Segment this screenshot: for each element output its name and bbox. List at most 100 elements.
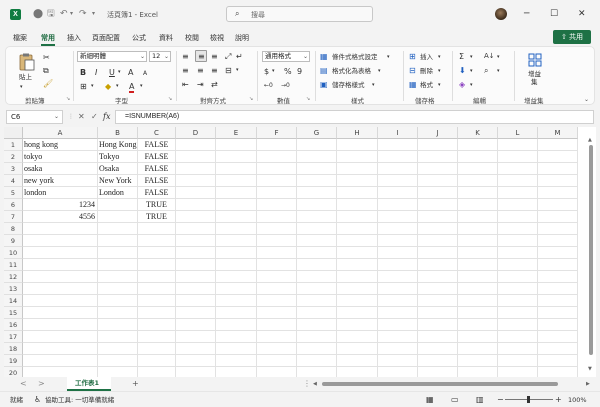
cell-k3[interactable] [458, 163, 498, 175]
cell-i3[interactable] [378, 163, 418, 175]
tab-formulas[interactable]: 公式 [132, 33, 146, 43]
percent-button[interactable]: % [284, 67, 292, 76]
cell-c14[interactable] [138, 295, 176, 307]
cell-l5[interactable] [498, 187, 538, 199]
minimize-button[interactable]: ─ [524, 8, 529, 20]
conditional-dropdown-icon[interactable]: ▾ [387, 53, 390, 62]
cell-i12[interactable] [378, 271, 418, 283]
cell-h14[interactable] [337, 295, 378, 307]
cell-l1[interactable] [498, 139, 538, 151]
cell-i5[interactable] [378, 187, 418, 199]
cell-k8[interactable] [458, 223, 498, 235]
cell-a1[interactable]: hong kong [23, 139, 98, 151]
paste-dropdown-icon[interactable]: ▾ [20, 83, 23, 92]
cell-e3[interactable] [216, 163, 257, 175]
cell-g16[interactable] [297, 319, 337, 331]
cell-m3[interactable] [538, 163, 578, 175]
cell-b17[interactable] [98, 331, 138, 343]
border-icon[interactable]: ⊞ [80, 82, 87, 91]
cell-g19[interactable] [297, 355, 337, 367]
format-table-dropdown-icon[interactable]: ▾ [378, 67, 381, 76]
cell-k4[interactable] [458, 175, 498, 187]
cell-b4[interactable]: New York [98, 175, 138, 187]
cell-l19[interactable] [498, 355, 538, 367]
cell-m16[interactable] [538, 319, 578, 331]
cell-c2[interactable]: FALSE [138, 151, 176, 163]
normal-view-icon[interactable]: ▦ [426, 395, 434, 404]
cell-d1[interactable] [176, 139, 216, 151]
cell-i8[interactable] [378, 223, 418, 235]
tab-split-handle-icon[interactable]: ⋮ [303, 379, 311, 388]
cell-h3[interactable] [337, 163, 378, 175]
close-button[interactable]: ✕ [578, 8, 586, 20]
cell-e17[interactable] [216, 331, 257, 343]
cell-d13[interactable] [176, 283, 216, 295]
cell-k9[interactable] [458, 235, 498, 247]
cell-b15[interactable] [98, 307, 138, 319]
tab-data[interactable]: 資料 [159, 33, 173, 43]
cell-b2[interactable]: Tokyo [98, 151, 138, 163]
format-painter-icon[interactable]: 🖌 [43, 79, 53, 88]
column-header-h[interactable]: H [337, 127, 378, 139]
cell-l18[interactable] [498, 343, 538, 355]
column-header-l[interactable]: L [498, 127, 538, 139]
increase-decimal-icon[interactable]: ←0 [264, 81, 273, 90]
cell-f11[interactable] [257, 259, 297, 271]
bold-button[interactable]: B [80, 68, 86, 77]
cell-j15[interactable] [418, 307, 458, 319]
cell-l15[interactable] [498, 307, 538, 319]
worksheet-grid[interactable]: ABCDEFGHIJKLM 1 2 3 4 5 6 7 8 9 10 11 12 13 14 15 16 17 1… [4, 127, 596, 377]
cell-k1[interactable] [458, 139, 498, 151]
wrap-text-icon[interactable]: ↵ [236, 52, 243, 61]
cell-e14[interactable] [216, 295, 257, 307]
cell-g9[interactable] [297, 235, 337, 247]
cell-e7[interactable] [216, 211, 257, 223]
cell-a13[interactable] [23, 283, 98, 295]
merge-dropdown-icon[interactable]: ▾ [236, 66, 239, 75]
cell-b7[interactable] [98, 211, 138, 223]
cell-d4[interactable] [176, 175, 216, 187]
cell-k13[interactable] [458, 283, 498, 295]
cell-i1[interactable] [378, 139, 418, 151]
cell-l11[interactable] [498, 259, 538, 271]
cell-m14[interactable] [538, 295, 578, 307]
row-header[interactable]: 2 [4, 151, 23, 163]
cell-j18[interactable] [418, 343, 458, 355]
cut-icon[interactable]: ✂ [43, 53, 50, 62]
format-cells-icon[interactable]: ▦ [409, 80, 417, 89]
cell-a11[interactable] [23, 259, 98, 271]
save-icon[interactable]: 🖫 [47, 8, 55, 20]
cell-f8[interactable] [257, 223, 297, 235]
cell-k20[interactable] [458, 367, 498, 377]
italic-button[interactable]: I [95, 68, 97, 77]
font-size-select[interactable]: 12 ⌄ [149, 51, 171, 62]
cell-a6[interactable]: 1234 [23, 199, 98, 211]
cancel-entry-icon[interactable]: ✕ [78, 112, 85, 121]
decrease-indent-icon[interactable]: ⇤ [182, 80, 189, 89]
cell-g7[interactable] [297, 211, 337, 223]
cell-f3[interactable] [257, 163, 297, 175]
cell-h2[interactable] [337, 151, 378, 163]
cell-j7[interactable] [418, 211, 458, 223]
cell-h7[interactable] [337, 211, 378, 223]
fill-down-icon[interactable]: ⬇ [459, 66, 466, 75]
cell-c8[interactable] [138, 223, 176, 235]
cell-f20[interactable] [257, 367, 297, 377]
cell-a3[interactable]: osaka [23, 163, 98, 175]
cell-e16[interactable] [216, 319, 257, 331]
cell-b14[interactable] [98, 295, 138, 307]
cell-j20[interactable] [418, 367, 458, 377]
cell-e20[interactable] [216, 367, 257, 377]
formula-input[interactable]: =ISNUMBER(A6) [115, 110, 594, 124]
column-header-i[interactable]: I [378, 127, 418, 139]
cell-m9[interactable] [538, 235, 578, 247]
collapse-ribbon-icon[interactable]: ⌄ [584, 95, 589, 104]
cell-b16[interactable] [98, 319, 138, 331]
cell-g18[interactable] [297, 343, 337, 355]
cell-k10[interactable] [458, 247, 498, 259]
undo-icon[interactable]: ↶ [60, 8, 68, 20]
column-header-m[interactable]: M [538, 127, 578, 139]
addins-button[interactable]: 增益 集 [520, 51, 550, 91]
cell-i13[interactable] [378, 283, 418, 295]
cell-f14[interactable] [257, 295, 297, 307]
